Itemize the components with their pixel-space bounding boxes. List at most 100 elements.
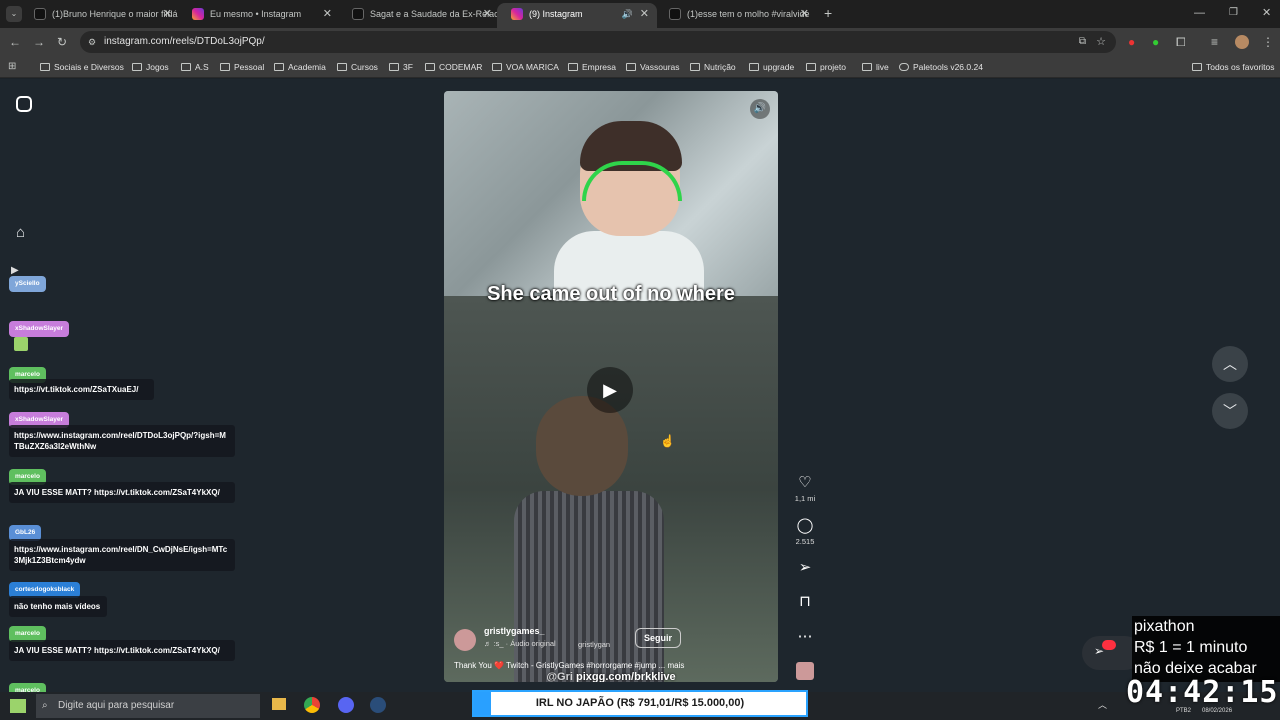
forward-icon[interactable]: → — [33, 28, 45, 56]
bookmark-label: live — [876, 62, 889, 72]
chat-message: JA VIU ESSE MATT? https://vt.tiktok.com/… — [9, 482, 235, 503]
reload-icon[interactable]: ↻ — [57, 28, 67, 56]
audio-label[interactable]: ♬ :s_ · Áudio original — [484, 639, 556, 648]
close-icon[interactable]: ✕ — [483, 3, 492, 25]
volume-icon[interactable]: 🔊 — [750, 99, 770, 119]
reel-video[interactable]: She came out of no where ▶ 🔊 gristlygame… — [444, 91, 778, 682]
pixathon-rate: R$ 1 = 1 minuto — [1134, 639, 1248, 656]
profile-avatar[interactable] — [1235, 35, 1249, 49]
bookmark-label: Nutrição — [704, 62, 736, 72]
tab-0[interactable]: (1)Bruno Henrique o maior fildá ✕ — [20, 3, 180, 28]
tab-1[interactable]: Eu mesmo • Instagram ✕ — [178, 3, 340, 28]
tab-4[interactable]: (1)esse tem o molho #viralvide ✕ — [655, 3, 817, 28]
speaker-icon[interactable]: 🔊 — [622, 3, 633, 25]
author-name[interactable]: gristlygames_ — [484, 626, 545, 636]
author-secondary[interactable]: gristlygan — [578, 640, 610, 649]
extension-green-icon[interactable]: ● — [1152, 28, 1159, 56]
chrome-icon[interactable] — [304, 697, 320, 713]
bookmark-label: upgrade — [763, 62, 795, 72]
save-action[interactable]: ⊓ — [790, 592, 820, 610]
close-icon[interactable]: ✕ — [323, 3, 332, 25]
extensions-icon[interactable]: ⧠ — [1176, 28, 1186, 56]
back-icon[interactable]: ← — [9, 28, 21, 56]
audio-thumbnail[interactable] — [796, 662, 814, 680]
bookmark-folder[interactable]: Nutrição — [690, 56, 736, 78]
comment-action[interactable]: ◯ 2.515 — [790, 516, 820, 546]
author-avatar[interactable] — [454, 629, 476, 651]
folder-icon — [749, 63, 759, 71]
folder-icon — [220, 63, 230, 71]
menu-icon[interactable]: ⋮ — [1262, 28, 1274, 56]
tray-up-icon[interactable]: ︿ — [1098, 698, 1107, 711]
send-icon[interactable]: ➢ — [790, 558, 820, 576]
tab-label: (9) Instagram — [529, 9, 583, 19]
bookmark-star-icon[interactable]: ☆ — [1096, 31, 1106, 53]
video-caption: She came out of no where — [487, 283, 735, 305]
close-window-icon[interactable]: ✕ — [1262, 0, 1271, 26]
bookmark-folder[interactable]: Vassouras — [626, 56, 680, 78]
home-icon[interactable]: ⌂ — [16, 224, 25, 241]
instagram-logo-icon[interactable] — [16, 96, 32, 112]
next-reel-button[interactable]: ﹀ — [1212, 393, 1248, 429]
instagram-icon — [192, 8, 204, 20]
prev-reel-button[interactable]: ︿ — [1212, 346, 1248, 382]
share-action[interactable]: ➢ — [790, 558, 820, 576]
globe-icon — [899, 63, 909, 71]
like-count: 1,1 mi — [794, 494, 816, 503]
file-explorer-icon[interactable] — [272, 698, 286, 710]
more-icon[interactable]: ⋯ — [790, 627, 820, 645]
tab-2[interactable]: Sagat e a Saudade da Ex-Relaciç ✕ — [338, 3, 500, 28]
tab-3-active[interactable]: (9) Instagram 🔊 ✕ — [497, 3, 657, 28]
media-icon[interactable]: ≡ — [1211, 28, 1218, 56]
bookmark-folder[interactable]: VOA MARICA — [492, 56, 559, 78]
bookmark-folder[interactable]: Jogos — [132, 56, 169, 78]
bookmark-folder[interactable]: projeto — [806, 56, 846, 78]
tab-label: (1)Bruno Henrique o maior fildá — [52, 9, 178, 19]
youtube-icon: ▶ — [11, 265, 19, 276]
restore-icon[interactable]: ❐ — [1229, 0, 1238, 26]
url-text[interactable]: instagram.com/reels/DTDoL3ojPQp/ — [104, 31, 265, 53]
tiktok-icon — [352, 8, 364, 20]
play-icon[interactable]: ▶ — [587, 367, 633, 413]
tiktok-icon — [34, 8, 46, 20]
overlay-link-text: pixgg.com/brkklive — [576, 671, 676, 682]
all-bookmarks[interactable]: Todos os favoritos — [1192, 56, 1275, 78]
taskbar-search[interactable]: ⌕ Digite aqui para pesquisar — [36, 694, 260, 718]
close-icon[interactable]: ✕ — [800, 3, 809, 25]
close-icon[interactable]: ✕ — [163, 3, 172, 25]
install-app-icon[interactable]: ⧉ — [1079, 31, 1086, 53]
bookmark-folder[interactable]: CODEMAR — [425, 56, 482, 78]
bookmark-folder[interactable]: 3F — [389, 56, 413, 78]
more-action[interactable]: ⋯ — [790, 627, 820, 645]
bookmark-folder[interactable]: upgrade — [749, 56, 794, 78]
close-icon[interactable]: ✕ — [640, 3, 649, 25]
bookmark-folder[interactable]: Sociais e Diversos — [40, 56, 124, 78]
follow-button[interactable]: Seguir — [635, 628, 682, 648]
bookmark-folder[interactable]: Empresa — [568, 56, 616, 78]
apps-grid-icon[interactable]: ⊞ — [8, 53, 16, 81]
new-tab-button[interactable]: + — [824, 0, 832, 26]
start-icon[interactable] — [10, 699, 26, 713]
bookmark-folder[interactable]: A.S — [181, 56, 209, 78]
folder-icon — [690, 63, 700, 71]
extension-red-icon[interactable]: ● — [1128, 28, 1135, 56]
folder-icon — [626, 63, 636, 71]
reel-description[interactable]: Thank You ❤️ Twitch - GristlyGames #horr… — [454, 661, 774, 670]
comment-icon[interactable]: ◯ — [790, 516, 820, 534]
steam-icon[interactable] — [370, 697, 386, 713]
bookmark-folder[interactable]: Cursos — [337, 56, 378, 78]
bookmark-label: Cursos — [351, 62, 378, 72]
address-bar[interactable]: ⚙ instagram.com/reels/DTDoL3ojPQp/ ⧉ ☆ — [80, 31, 1116, 53]
bookmark-link[interactable]: Paletools v26.0.24 — [899, 56, 983, 78]
like-action[interactable]: ♡ 1,1 mi — [790, 473, 820, 503]
discord-icon[interactable] — [338, 697, 354, 713]
bookmark-folder[interactable]: Academia — [274, 56, 326, 78]
minimize-icon[interactable]: — — [1194, 0, 1205, 26]
site-info-icon[interactable]: ⚙ — [88, 31, 96, 53]
bookmark-label: Pessoal — [234, 62, 265, 72]
bookmark-folder[interactable]: live — [862, 56, 889, 78]
bookmark-icon[interactable]: ⊓ — [790, 592, 820, 610]
bookmark-folder[interactable]: Pessoal — [220, 56, 264, 78]
tab-label: (1)esse tem o molho #viralvide — [687, 9, 810, 19]
heart-icon[interactable]: ♡ — [790, 473, 820, 491]
